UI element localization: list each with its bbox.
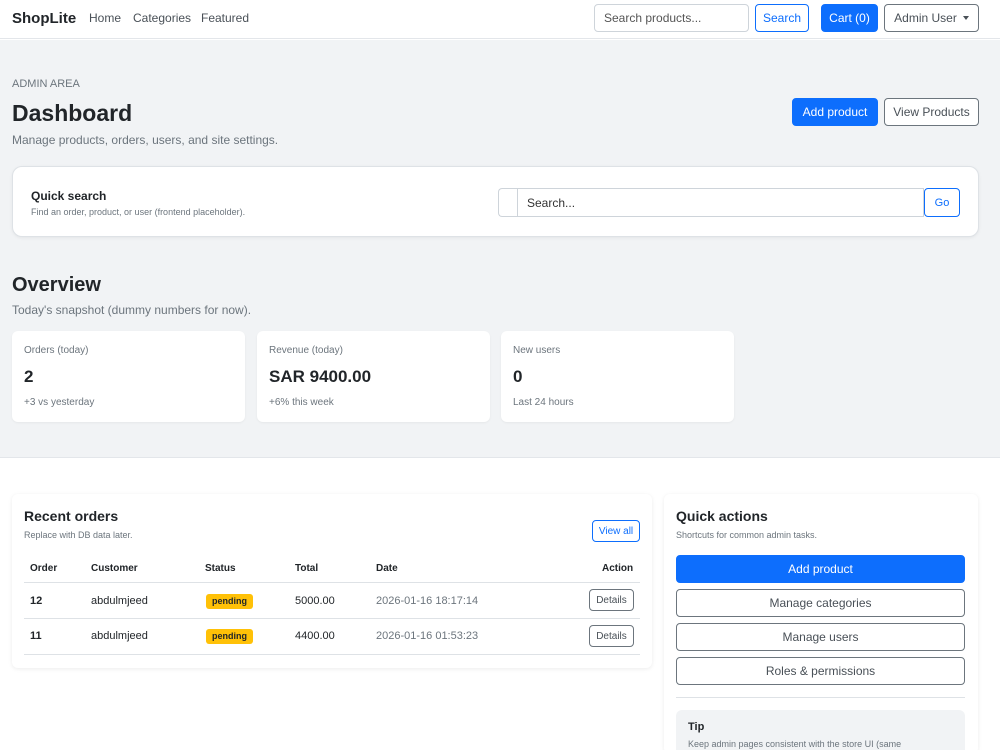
order-total: 5000.00 (295, 595, 335, 607)
stat-value: 0 (513, 367, 523, 386)
order-customer: abdulmjeed (91, 630, 148, 642)
overview-subtitle: Today's snapshot (dummy numbers for now)… (12, 303, 252, 317)
tip-box: Tip Keep admin pages consistent with the… (676, 710, 965, 750)
stat-value: 2 (24, 367, 34, 386)
stat-note: +3 vs yesterday (24, 397, 95, 408)
order-details-button[interactable]: Details (589, 589, 634, 611)
stat-label: Revenue (today) (269, 345, 343, 356)
user-menu-label: Admin User (894, 11, 957, 25)
recent-orders-card: Recent orders Replace with DB data later… (12, 494, 652, 668)
quick-search-subtitle: Find an order, product, or user (fronten… (31, 207, 246, 217)
admin-area-eyebrow: ADMIN AREA (12, 78, 80, 90)
overview-title: Overview (12, 274, 101, 296)
stat-card-revenue: Revenue (today) SAR 9400.00 +6% this wee… (257, 331, 490, 422)
cart-button[interactable]: Cart (0) (821, 4, 878, 32)
stat-card-new-users: New users 0 Last 24 hours (501, 331, 734, 422)
nav-link-featured[interactable]: Featured (201, 11, 249, 25)
nav-search-input[interactable] (594, 4, 749, 32)
manage-categories-button[interactable]: Manage categories (676, 589, 965, 617)
brand-logo[interactable]: ShopLite (12, 10, 76, 27)
page-title: Dashboard (12, 100, 133, 126)
quick-actions-card: Quick actions Shortcuts for common admin… (664, 494, 978, 750)
quick-search-card: Quick search Find an order, product, or … (12, 166, 979, 237)
table-row-divider (24, 618, 640, 619)
stat-note: Last 24 hours (513, 397, 574, 408)
stat-label: Orders (today) (24, 345, 89, 356)
table-header-divider (24, 582, 640, 583)
recent-orders-title: Recent orders (24, 508, 119, 524)
user-menu-dropdown[interactable]: Admin User (884, 4, 979, 32)
chevron-down-icon (962, 16, 969, 20)
nav-link-home[interactable]: Home (89, 11, 121, 25)
quick-search-go-button[interactable]: Go (924, 188, 960, 217)
add-product-button[interactable]: Add product (792, 98, 878, 126)
order-details-button[interactable]: Details (589, 625, 634, 647)
column-header-customer: Customer (91, 563, 138, 574)
search-prefix-addon (498, 188, 517, 217)
table-row-divider (24, 654, 640, 655)
status-badge: pending (206, 629, 253, 644)
view-products-button[interactable]: View Products (884, 98, 979, 126)
stat-value: SAR 9400.00 (269, 367, 372, 386)
quick-search-input-group: Go (498, 188, 960, 217)
quick-add-product-button[interactable]: Add product (676, 555, 965, 583)
quick-actions-subtitle: Shortcuts for common admin tasks. (676, 530, 818, 540)
order-id: 12 (30, 595, 43, 607)
manage-users-button[interactable]: Manage users (676, 623, 965, 651)
recent-orders-subtitle: Replace with DB data later. (24, 530, 133, 540)
page-subtitle: Manage products, orders, users, and site… (12, 133, 279, 147)
order-customer: abdulmjeed (91, 595, 148, 607)
order-total: 4400.00 (295, 630, 335, 642)
top-navbar: ShopLite Home Categories Featured Search… (0, 0, 1000, 39)
order-date: 2026-01-16 01:53:23 (376, 630, 479, 642)
stat-note: +6% this week (269, 397, 334, 408)
stat-card-orders: Orders (today) 2 +3 vs yesterday (12, 331, 245, 422)
status-badge: pending (206, 594, 253, 609)
view-all-orders-button[interactable]: View all (592, 520, 640, 542)
column-header-order: Order (30, 563, 58, 574)
nav-search-button[interactable]: Search (755, 4, 809, 32)
tip-text: Keep admin pages consistent with the sto… (688, 739, 902, 749)
column-header-status: Status (205, 563, 236, 574)
column-header-total: Total (295, 563, 319, 574)
quick-actions-title: Quick actions (676, 508, 768, 524)
quick-search-input[interactable] (517, 188, 924, 217)
column-header-date: Date (376, 563, 398, 574)
order-id: 11 (30, 630, 42, 642)
quick-search-title: Quick search (31, 189, 107, 203)
actions-divider (676, 697, 965, 698)
order-date: 2026-01-16 18:17:14 (376, 595, 479, 607)
nav-link-categories[interactable]: Categories (133, 11, 191, 25)
stat-label: New users (513, 345, 561, 356)
tip-title: Tip (688, 721, 705, 733)
column-header-action: Action (602, 563, 634, 574)
roles-permissions-button[interactable]: Roles & permissions (676, 657, 965, 685)
